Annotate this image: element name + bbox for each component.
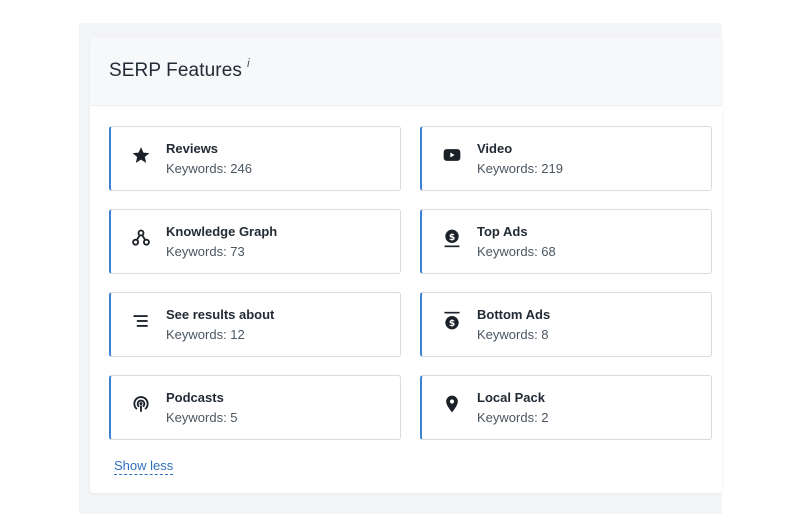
feature-count: Keywords: 5 [166, 410, 238, 425]
knowledge-graph-icon [130, 227, 152, 249]
feature-grid: Reviews Keywords: 246 Video Keywords: 21… [109, 126, 712, 440]
feature-title: Bottom Ads [477, 307, 551, 322]
svg-text:$: $ [449, 318, 455, 329]
panel-title: SERP Features [109, 60, 242, 81]
info-icon[interactable]: i [247, 56, 250, 70]
feature-count: Keywords: 8 [477, 327, 549, 342]
feature-card-top-ads[interactable]: $ Top Ads Keywords: 68 [420, 209, 712, 274]
feature-count: Keywords: 68 [477, 244, 556, 259]
feature-title: Podcasts [166, 390, 224, 405]
feature-card-reviews[interactable]: Reviews Keywords: 246 [109, 126, 401, 191]
feature-count: Keywords: 2 [477, 410, 549, 425]
show-less-link[interactable]: Show less [114, 458, 174, 475]
feature-title: Video [477, 141, 513, 156]
feature-card-bottom-ads[interactable]: $ Bottom Ads Keywords: 8 [420, 292, 712, 357]
feature-title: Reviews [166, 141, 219, 156]
feature-card-see-results-about[interactable]: See results about Keywords: 12 [109, 292, 401, 357]
video-icon [441, 144, 463, 166]
top-ads-icon: $ [441, 227, 463, 249]
list-icon [130, 310, 152, 332]
feature-count: Keywords: 12 [166, 327, 245, 342]
feature-title: Local Pack [477, 390, 545, 405]
feature-card-knowledge-graph[interactable]: Knowledge Graph Keywords: 73 [109, 209, 401, 274]
feature-count: Keywords: 246 [166, 161, 252, 176]
feature-title: Knowledge Graph [166, 224, 278, 239]
svg-text:$: $ [449, 232, 455, 243]
feature-card-video[interactable]: Video Keywords: 219 [420, 126, 712, 191]
bottom-ads-icon: $ [441, 310, 463, 332]
feature-title: See results about [166, 307, 275, 322]
feature-card-local-pack[interactable]: Local Pack Keywords: 2 [420, 375, 712, 440]
feature-card-podcasts[interactable]: Podcasts Keywords: 5 [109, 375, 401, 440]
feature-count: Keywords: 73 [166, 244, 245, 259]
feature-title: Top Ads [477, 224, 528, 239]
star-icon [130, 144, 152, 166]
panel-header: SERP Features i [90, 37, 722, 106]
map-pin-icon [441, 393, 463, 415]
podcast-icon [130, 393, 152, 415]
feature-count: Keywords: 219 [477, 161, 563, 176]
